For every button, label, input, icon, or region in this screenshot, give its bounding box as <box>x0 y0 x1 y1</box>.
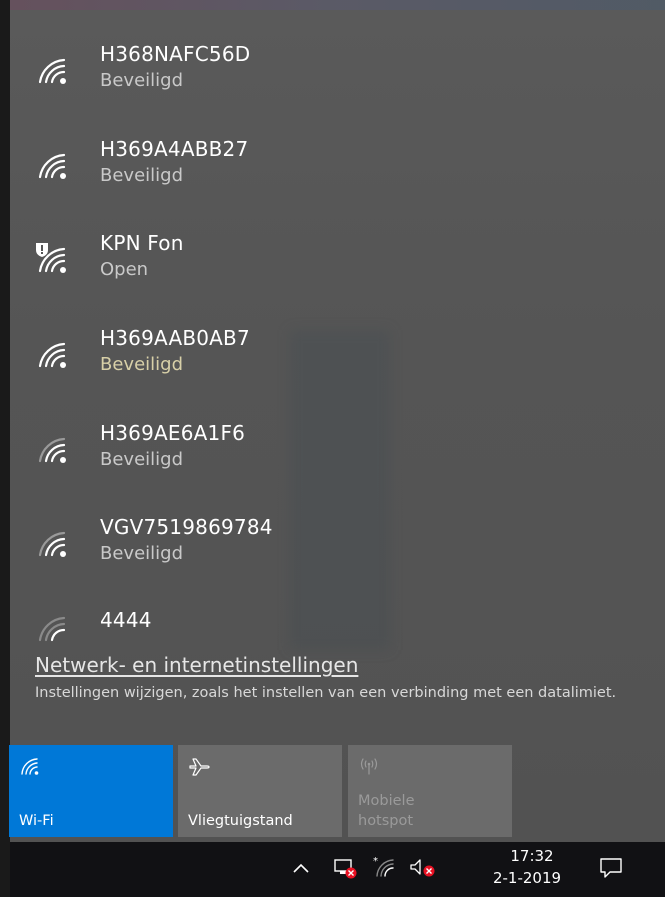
network-item[interactable]: H369AAB0AB7 Beveiligd <box>10 324 665 414</box>
wifi-signal-icon <box>38 437 66 463</box>
airplane-tile-label: Vliegtuigstand <box>188 813 293 829</box>
chevron-up-icon[interactable] <box>292 862 310 874</box>
wifi-signal-icon <box>38 153 66 179</box>
network-item[interactable]: VGV7519869784 Beveiligd <box>10 513 665 603</box>
network-item[interactable]: H369AE6A1F6 Beveiligd <box>10 419 665 509</box>
wifi-weak-signal-icon <box>38 616 66 642</box>
network-item[interactable]: H369A4ABB27 Beveiligd <box>10 135 665 225</box>
airplane-mode-tile[interactable]: Vliegtuigstand <box>178 745 342 837</box>
action-center-icon[interactable] <box>598 856 624 880</box>
mobile-hotspot-tile[interactable]: Mobiele hotspot <box>348 745 512 837</box>
wifi-toggle-tile[interactable]: Wi-Fi <box>9 745 173 837</box>
wifi-icon <box>21 758 39 775</box>
hotspot-tile-label: Mobiele hotspot <box>358 793 415 829</box>
hotspot-icon <box>360 758 378 775</box>
network-ssid: 4444 <box>100 608 152 632</box>
network-status: Beveiligd <box>100 354 184 375</box>
wifi-signal-icon <box>38 531 66 557</box>
airplane-icon <box>189 758 210 776</box>
network-item[interactable]: H368NAFC56D Beveiligd <box>10 40 665 130</box>
clock-time[interactable]: 17:32 <box>497 847 567 865</box>
network-status: Beveiligd <box>100 543 184 564</box>
network-ssid: KPN Fon <box>100 231 184 255</box>
network-status: Open <box>100 259 149 280</box>
network-settings-description: Instellingen wijzigen, zoals het instell… <box>35 685 617 701</box>
wifi-open-warning-icon <box>36 243 66 273</box>
network-disconnected-icon[interactable] <box>333 858 359 880</box>
wifi-icon[interactable]: * <box>372 855 396 879</box>
volume-muted-icon[interactable] <box>408 857 438 879</box>
clock-date[interactable]: 2-1-2019 <box>477 869 577 887</box>
network-ssid: H369A4ABB27 <box>100 137 249 161</box>
wifi-signal-icon <box>38 342 66 368</box>
network-ssid: H369AAB0AB7 <box>100 326 250 350</box>
flyout-top-edge <box>10 0 665 10</box>
network-status: Beveiligd <box>100 165 184 186</box>
network-ssid: VGV7519869784 <box>100 515 273 539</box>
wifi-tile-label: Wi-Fi <box>19 813 54 829</box>
network-ssid: H368NAFC56D <box>100 42 251 66</box>
taskbar: * 17:32 2-1-2019 <box>10 842 665 897</box>
network-flyout: H368NAFC56D Beveiligd H369A4ABB27 Beveil… <box>10 0 665 842</box>
svg-text:*: * <box>373 856 378 867</box>
network-status: Beveiligd <box>100 449 184 470</box>
network-status: Beveiligd <box>100 70 184 91</box>
wifi-signal-icon <box>38 58 66 84</box>
network-settings-link[interactable]: Netwerk- en internetinstellingen <box>35 653 358 677</box>
network-item[interactable]: 4444 <box>10 606 665 646</box>
network-ssid: H369AE6A1F6 <box>100 421 246 445</box>
network-item[interactable]: KPN Fon Open <box>10 229 665 319</box>
